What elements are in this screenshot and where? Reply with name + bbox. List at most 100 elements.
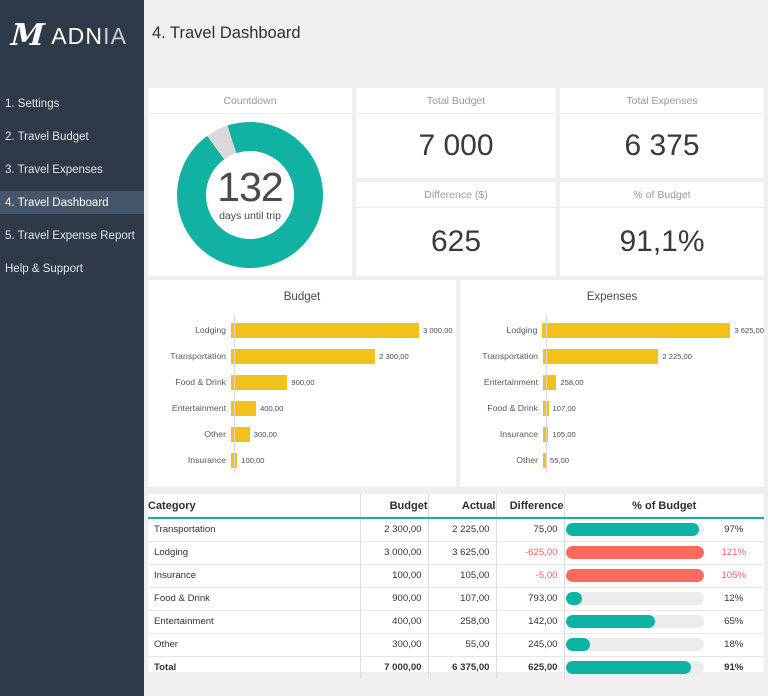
column-header-pct-of-budget[interactable]: % of Budget bbox=[564, 494, 764, 518]
pct-bar-track bbox=[566, 569, 704, 582]
budget-chart-bars: Lodging3 000,00 Transportation 2 300,00 Foo… bbox=[148, 317, 456, 473]
nav-spacer bbox=[0, 181, 144, 191]
cell-actual: 105,00 bbox=[428, 564, 496, 587]
countdown-donut-chart: 132 days until trip bbox=[166, 111, 333, 278]
cell-category: Entertainment bbox=[148, 610, 360, 633]
budget-chart-title: Budget bbox=[148, 280, 456, 303]
bar-fill bbox=[543, 453, 546, 468]
pct-bar-fill bbox=[566, 615, 656, 628]
cell-pct-of-budget: 91% bbox=[564, 656, 764, 679]
cell-budget: 3 000,00 bbox=[360, 541, 428, 564]
bar-category-label: Transportation bbox=[460, 351, 542, 361]
bar-fill bbox=[231, 453, 237, 468]
cell-pct-of-budget: 18% bbox=[564, 633, 764, 656]
sidebar: M ADNIA 1. Settings 2. Travel Budget 3. … bbox=[0, 0, 144, 696]
bar-category-label: Lodging bbox=[148, 325, 230, 335]
pct-value-label: 65% bbox=[704, 616, 765, 627]
nav-spacer bbox=[0, 247, 144, 257]
total-expenses-card: Total Expenses 6 375 bbox=[560, 88, 764, 178]
pct-bar-fill bbox=[566, 638, 591, 651]
bar-category-label: Other bbox=[148, 429, 230, 439]
bar-value-label: 2 300,00 bbox=[379, 352, 409, 361]
table-row[interactable]: Other300,0055,00245,00 18% bbox=[148, 633, 764, 656]
cell-category: Other bbox=[148, 633, 360, 656]
cell-difference: 625,00 bbox=[496, 656, 564, 679]
pct-cell-wrapper: 97% bbox=[565, 519, 765, 541]
cell-difference: 142,00 bbox=[496, 610, 564, 633]
cell-difference: -625,00 bbox=[496, 541, 564, 564]
cell-budget: 7 000,00 bbox=[360, 656, 428, 679]
sidebar-item-travel-expenses[interactable]: 3. Travel Expenses bbox=[0, 158, 144, 181]
bar-category-label: Food & Drink bbox=[148, 377, 230, 387]
cell-pct-of-budget: 65% bbox=[564, 610, 764, 633]
column-header-category[interactable]: Category bbox=[148, 494, 360, 518]
table-row[interactable]: Lodging3 000,003 625,00-625,00121% bbox=[148, 541, 764, 564]
bar-category-label: Transportation bbox=[148, 351, 230, 361]
bar-track: 900,00 bbox=[230, 375, 456, 390]
cell-difference: 245,00 bbox=[496, 633, 564, 656]
total-expenses-value: 6 375 bbox=[560, 114, 764, 178]
column-header-difference[interactable]: Difference bbox=[496, 494, 564, 518]
column-header-actual[interactable]: Actual bbox=[428, 494, 496, 518]
cell-budget: 400,00 bbox=[360, 610, 428, 633]
countdown-days-label: days until trip bbox=[219, 210, 281, 222]
table-row[interactable]: Transportation2 300,002 225,0075,0097% bbox=[148, 518, 764, 541]
countdown-donut-wrapper: 132 days until trip bbox=[148, 114, 352, 276]
page-title: 4. Travel Dashboard bbox=[152, 24, 301, 43]
bar-track: 3 000,00 bbox=[230, 323, 456, 338]
pct-value-label: 91% bbox=[704, 662, 765, 673]
bar-track: 105,00 bbox=[542, 427, 764, 442]
sidebar-item-travel-dashboard[interactable]: 4. Travel Dashboard bbox=[0, 191, 144, 214]
table-row[interactable]: Entertainment400,00258,00142,0065% bbox=[148, 610, 764, 633]
nav-spacer bbox=[0, 214, 144, 224]
pct-value-label: 18% bbox=[704, 639, 765, 650]
logo[interactable]: M ADNIA bbox=[0, 0, 144, 72]
sidebar-item-help-support[interactable]: Help & Support bbox=[0, 257, 144, 280]
pct-bar-fill bbox=[566, 661, 692, 674]
bar-row: Transportation 2 225,00 bbox=[460, 343, 764, 369]
pct-bar-fill bbox=[566, 569, 704, 582]
pct-value-label: 12% bbox=[704, 593, 765, 604]
sidebar-item-settings[interactable]: 1. Settings bbox=[0, 92, 144, 115]
pct-bar-track bbox=[566, 592, 704, 605]
bar-track: 300,00 bbox=[230, 427, 456, 442]
bar-fill bbox=[231, 401, 256, 416]
table-row[interactable]: Insurance100,00105,00-5,00105% bbox=[148, 564, 764, 587]
table-header-row: Category Budget Actual Difference % of B… bbox=[148, 494, 764, 518]
total-expenses-title: Total Expenses bbox=[560, 88, 764, 114]
bar-track: 2 225,00 bbox=[542, 349, 764, 364]
cell-pct-of-budget: 105% bbox=[564, 564, 764, 587]
bar-category-label: Insurance bbox=[148, 455, 230, 465]
countdown-card: Countdown 132 days until trip bbox=[148, 88, 352, 276]
table-row[interactable]: Total7 000,006 375,00625,0091% bbox=[148, 656, 764, 679]
sidebar-item-label: Help & Support bbox=[5, 263, 83, 275]
pct-value-label: 97% bbox=[704, 524, 765, 535]
pct-bar-track bbox=[566, 523, 704, 536]
difference-value: 625 bbox=[356, 208, 556, 276]
total-budget-card: Total Budget 7 000 bbox=[356, 88, 556, 178]
bar-value-label: 2 225,00 bbox=[662, 352, 692, 361]
bar-row: Entertainment258,00 bbox=[460, 369, 764, 395]
bar-row: Other55,00 bbox=[460, 447, 764, 473]
cell-actual: 55,00 bbox=[428, 633, 496, 656]
sidebar-item-travel-budget[interactable]: 2. Travel Budget bbox=[0, 125, 144, 148]
column-header-budget[interactable]: Budget bbox=[360, 494, 428, 518]
cell-category: Lodging bbox=[148, 541, 360, 564]
cell-difference: 793,00 bbox=[496, 587, 564, 610]
difference-title: Difference ($) bbox=[356, 182, 556, 208]
bar-fill bbox=[543, 401, 549, 416]
table-row[interactable]: Food & Drink900,00107,00793,0012% bbox=[148, 587, 764, 610]
bar-category-label: Lodging bbox=[460, 325, 541, 335]
sidebar-item-travel-expense-report[interactable]: 5. Travel Expense Report bbox=[0, 224, 144, 247]
bar-row: Insurance105,00 bbox=[460, 421, 764, 447]
pct-cell-wrapper: 121% bbox=[565, 542, 765, 564]
bar-category-label: Other bbox=[460, 455, 542, 465]
nav-spacer bbox=[0, 148, 144, 158]
expenses-bar-chart: Expenses Lodging3 625,00Transportation2 … bbox=[460, 280, 764, 487]
total-budget-value: 7 000 bbox=[356, 114, 556, 178]
bar-row: Insurance100,00 bbox=[148, 447, 456, 473]
cell-budget: 300,00 bbox=[360, 633, 428, 656]
bar-value-label: 107,00 bbox=[553, 404, 576, 413]
sidebar-item-label: 5. Travel Expense Report bbox=[5, 230, 135, 242]
nav-spacer bbox=[0, 115, 144, 125]
